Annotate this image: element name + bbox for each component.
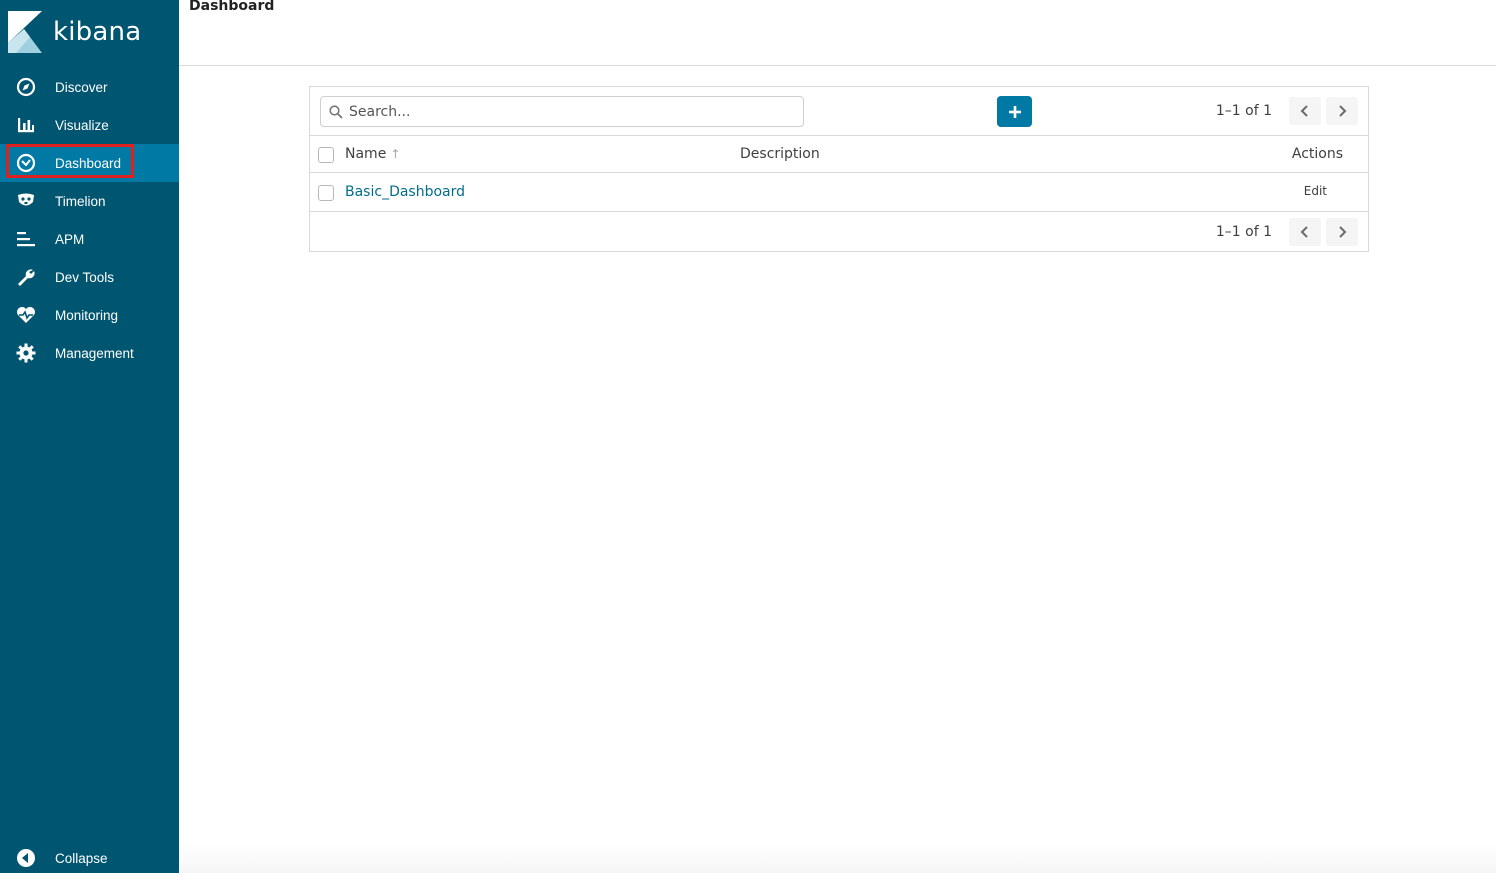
sidebar-item-dev-tools[interactable]: Dev Tools <box>0 258 179 296</box>
search-input[interactable] <box>349 103 789 120</box>
sidebar-item-management[interactable]: Management <box>0 334 179 372</box>
table-footer: 1–1 of 1 <box>310 212 1368 252</box>
pager-text: 1–1 of 1 <box>1215 103 1272 119</box>
sidebar-item-label: APM <box>55 231 85 247</box>
chevron-left-icon <box>1300 105 1308 117</box>
previous-page-button[interactable] <box>1289 218 1321 246</box>
listing-toolbar: 1–1 of 1 <box>310 87 1368 136</box>
column-header-actions: Actions <box>1291 146 1343 162</box>
sidebar: kibana Discover Visualize Dashboard Time… <box>0 0 179 873</box>
page-header: Dashboard <box>179 0 1496 66</box>
heartbeat-icon <box>16 305 36 325</box>
sidebar-item-apm[interactable]: APM <box>0 220 179 258</box>
sidebar-item-monitoring[interactable]: Monitoring <box>0 296 179 334</box>
sort-ascending-icon: ↑ <box>390 147 401 161</box>
apm-lines-icon <box>16 229 36 249</box>
create-dashboard-button[interactable] <box>997 96 1032 127</box>
edit-link[interactable]: Edit <box>1304 184 1327 198</box>
chevron-right-icon <box>1339 105 1347 117</box>
table-row: Basic_Dashboard Edit <box>310 173 1368 212</box>
kibana-logo[interactable]: kibana <box>8 10 141 54</box>
dashboard-gauge-icon <box>16 153 36 173</box>
column-name-label: Name <box>345 146 387 162</box>
sidebar-item-label: Monitoring <box>55 307 119 323</box>
next-page-button[interactable] <box>1326 218 1358 246</box>
sidebar-nav: Discover Visualize Dashboard Timelion AP… <box>0 68 179 372</box>
table-header: Name ↑ Description Actions <box>310 136 1368 173</box>
sidebar-item-label: Timelion <box>55 193 106 209</box>
sidebar-item-label: Visualize <box>55 117 109 133</box>
kibana-logo-icon <box>8 11 42 53</box>
page-title: Dashboard <box>189 0 275 14</box>
plus-icon <box>1008 105 1021 118</box>
sidebar-item-label: Dashboard <box>55 155 122 171</box>
previous-page-button[interactable] <box>1289 97 1321 125</box>
collapse-arrow-icon <box>16 848 36 868</box>
sidebar-item-timelion[interactable]: Timelion <box>0 182 179 220</box>
collapse-button[interactable]: Collapse <box>0 839 179 873</box>
sidebar-item-visualize[interactable]: Visualize <box>0 106 179 144</box>
timelion-mask-icon <box>16 191 36 211</box>
logo-text: kibana <box>53 17 142 47</box>
bottom-shadow <box>179 843 1496 873</box>
compass-icon <box>16 77 36 97</box>
wrench-icon <box>16 267 36 287</box>
pager-text: 1–1 of 1 <box>1215 224 1272 240</box>
dashboard-link[interactable]: Basic_Dashboard <box>345 184 465 200</box>
next-page-button[interactable] <box>1326 97 1358 125</box>
sidebar-item-label: Discover <box>55 79 108 95</box>
row-checkbox[interactable] <box>318 185 334 201</box>
sidebar-item-discover[interactable]: Discover <box>0 68 179 106</box>
chevron-left-icon <box>1300 226 1308 238</box>
search-icon <box>329 104 343 119</box>
collapse-label: Collapse <box>55 850 108 866</box>
sidebar-item-dashboard[interactable]: Dashboard <box>0 144 179 182</box>
sidebar-item-label: Dev Tools <box>55 269 115 285</box>
top-pager: 1–1 of 1 <box>1216 97 1358 125</box>
bar-chart-icon <box>16 115 36 135</box>
gear-icon <box>16 343 36 363</box>
column-header-name[interactable]: Name ↑ <box>345 146 400 162</box>
select-all-checkbox[interactable] <box>318 147 334 163</box>
chevron-right-icon <box>1339 226 1347 238</box>
sidebar-item-label: Management <box>55 345 134 361</box>
column-header-description: Description <box>740 146 820 162</box>
bottom-pager: 1–1 of 1 <box>1216 218 1358 246</box>
dashboard-listing-panel: 1–1 of 1 Name ↑ Description Actions Basi… <box>309 86 1369 252</box>
search-box[interactable] <box>320 96 804 127</box>
